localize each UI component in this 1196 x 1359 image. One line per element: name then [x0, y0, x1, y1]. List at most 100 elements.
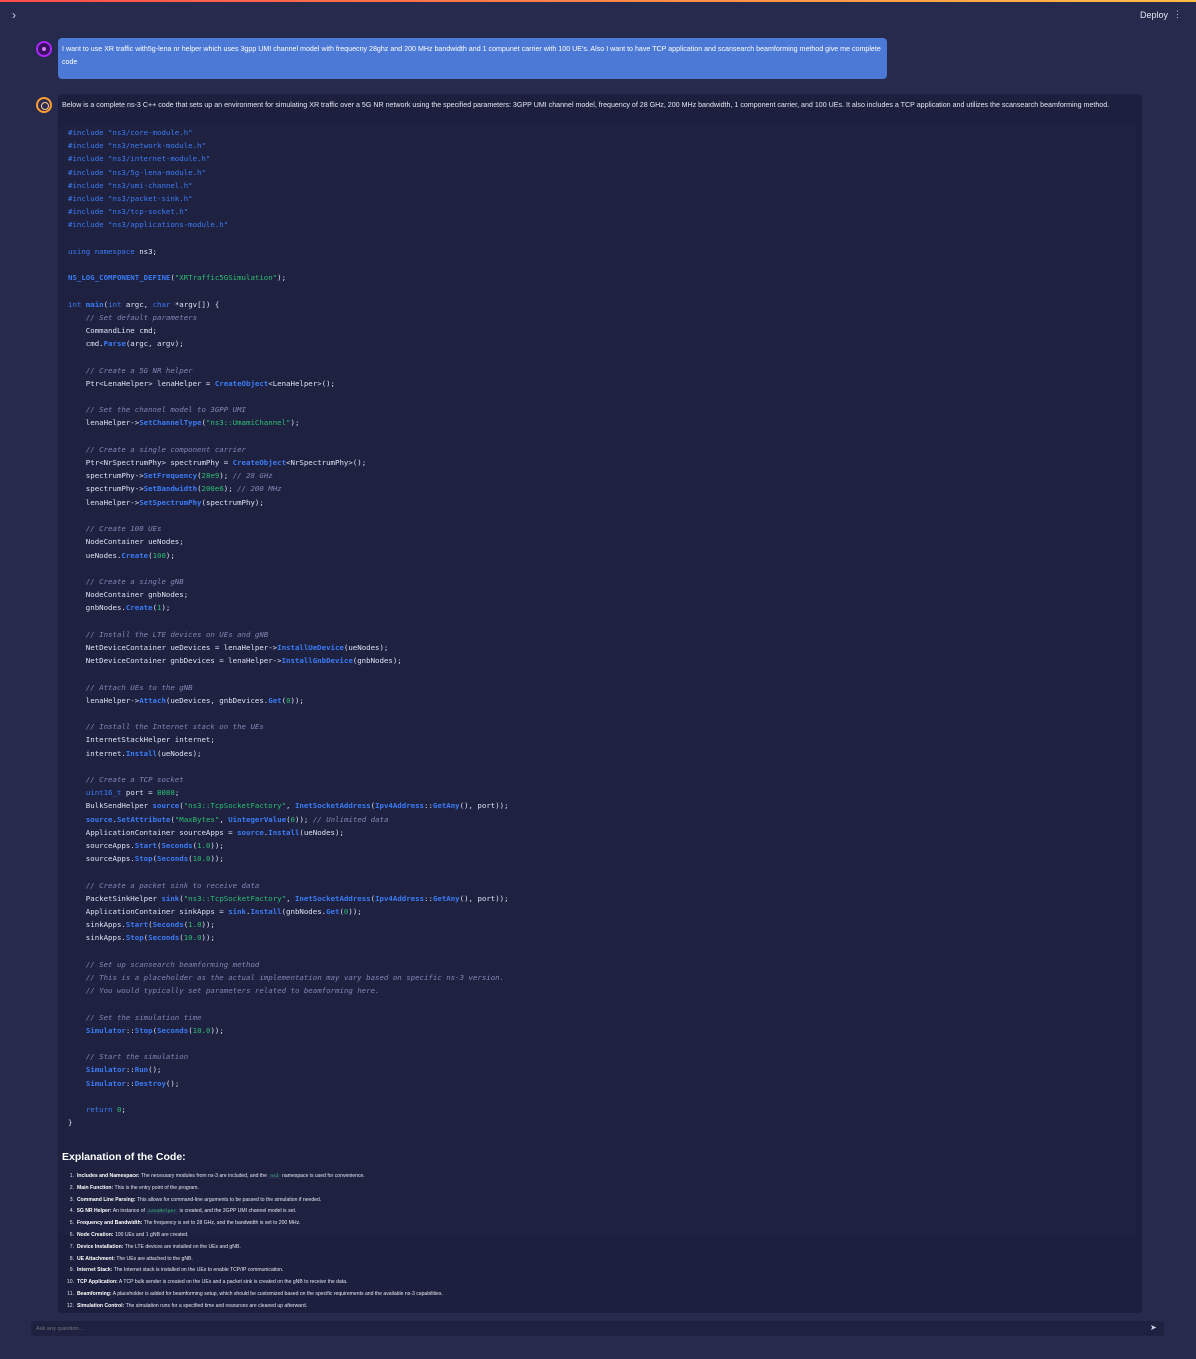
explanation-item-number: 1. — [69, 1173, 74, 1179]
code-line: sinkApps.Stop(Seconds(10.0)); — [68, 933, 215, 943]
explanation-item-title: TCP Application: — [77, 1279, 118, 1286]
explanation-item: 12. Simulation Control: The simulation ru… — [62, 1301, 443, 1313]
code-line: Ptr<NrSpectrumPhy> spectrumPhy = CreateO… — [68, 458, 367, 468]
explanation-item-title: Node Creation: — [77, 1231, 114, 1238]
code-line: // Install the Internet stack on the UEs — [85, 722, 264, 732]
code-line: ueNodes.Create(100); — [68, 550, 175, 560]
inline-code: ns3 — [268, 1174, 281, 1179]
code-block[interactable]: #include "ns3/core-module.h" #include "n… — [58, 126, 1136, 1234]
code-line: #include "ns3/applications-module.h" — [68, 220, 229, 230]
explanation-item-number: 5. — [69, 1220, 74, 1227]
code-line: Simulator::Destroy(); — [85, 1078, 180, 1088]
explanation-item: 3. Command Line Parsing: This allows for … — [62, 1195, 443, 1207]
explanation-item: 11. Beamforming: A placeholder is added f… — [62, 1289, 443, 1301]
explanation-item-number: 3. — [69, 1196, 74, 1203]
main-menu-icon[interactable]: ⋮ — [1173, 9, 1182, 20]
code-line: lenaHelper->Attach(ueDevices, gnbDevices… — [68, 695, 304, 705]
explanation-item-number: 10. — [66, 1279, 74, 1286]
code-line: #include "ns3/5g-lena-module.h" — [68, 167, 206, 177]
code-line: #include "ns3/packet-sink.h" — [68, 194, 193, 204]
code-line: gnbNodes.Create(1); — [68, 603, 171, 613]
explanation-item-title: Frequency and Bandwidth: — [77, 1220, 143, 1227]
code-line: // You would typically set parameters re… — [85, 986, 380, 996]
code-line: #include "ns3/internet-module.h" — [68, 154, 211, 164]
explanation-item-number: 6. — [69, 1231, 74, 1238]
explanation-item-title: Simulation Control: — [77, 1302, 125, 1309]
explanation-list: 1. Includes and Namespace: The necessary … — [62, 1171, 443, 1313]
code-line: source.SetAttribute("MaxBytes", Uinteger… — [85, 814, 389, 824]
explanation-item: 1. Includes and Namespace: The necessary … — [62, 1171, 443, 1183]
user-avatar-icon — [36, 41, 52, 57]
code-line: sourceApps.Start(Seconds(1.0)); — [68, 840, 224, 850]
code-line: int main(int argc, char *argv[]) { — [68, 299, 220, 309]
code-line: // Set default parameters — [85, 312, 198, 322]
code-line: using namespace ns3; — [68, 246, 157, 256]
explanation-item-text: The frequency is set to 28 GHz, and the … — [143, 1220, 301, 1227]
code-line: #include "ns3/core-module.h" — [68, 128, 193, 137]
code-line: // Start the simulation — [85, 1052, 189, 1062]
explanation-item: 4. 5G NR Helper: An instance of LenaHelpe… — [62, 1206, 443, 1218]
code-line: sourceApps.Stop(Seconds(10.0)); — [68, 854, 224, 864]
sidebar-toggle-chevron-icon[interactable]: › — [12, 8, 16, 22]
explanation-item-number: 2. — [69, 1184, 74, 1191]
explanation-item: 8. UE Attachment: The UEs are attached to… — [62, 1254, 443, 1266]
explanation-item-number: 8. — [69, 1255, 74, 1262]
code-line: spectrumPhy->SetFrequency(28e9); // 28 G… — [68, 471, 273, 481]
code-line: // Set up scansearch beamforming method — [85, 959, 260, 969]
code-line: ApplicationContainer sinkApps = sink.Ins… — [68, 906, 362, 916]
code-line: // Create a single gNB — [85, 576, 184, 586]
explanation-heading: Explanation of the Code: — [62, 1151, 186, 1163]
explanation-item-title: Command Line Parsing: — [77, 1196, 136, 1203]
code-line: uint16_t port = 8080; — [85, 788, 180, 798]
explanation-item-number: 9. — [69, 1267, 74, 1274]
explanation-item-number: 4. — [69, 1208, 74, 1215]
code-line: } — [68, 1118, 73, 1128]
code-line: NS_LOG_COMPONENT_DEFINE("XRTraffic5GSimu… — [68, 273, 287, 283]
code-line: #include "ns3/network-module.h" — [68, 141, 206, 151]
code-line: CommandLine cmd; — [68, 326, 157, 336]
explanation-item-text: The simulation runs for a specified time… — [125, 1302, 308, 1309]
code-line: spectrumPhy->SetBandwidth(200e6); // 200… — [68, 484, 282, 494]
explanation-item: 10. TCP Application: A TCP bulk sender is… — [62, 1277, 443, 1289]
explanation-item-text: 100 UEs and 1 gNB are created. — [114, 1231, 189, 1238]
code-line: // Create 100 UEs — [85, 524, 162, 534]
explanation-item-text: The UEs are attached to the gNB. — [116, 1255, 193, 1262]
chat-input[interactable] — [31, 1321, 1164, 1336]
code-line: // Create a single component carrier — [85, 444, 246, 454]
top-decoration-bar — [0, 0, 1196, 2]
code-line: // Set the simulation time — [85, 1012, 202, 1022]
code-line: NodeContainer ueNodes; — [68, 537, 184, 547]
inline-code: LenaHelper — [146, 1209, 179, 1215]
explanation-item-text: This is the entry point of the program. — [114, 1184, 199, 1191]
explanation-item-text: The necessary modules from ns-3 are incl… — [140, 1173, 267, 1179]
code-line: lenaHelper->SetChannelType("ns3::UmamiCh… — [68, 418, 300, 428]
explanation-item-title: Device Installation: — [77, 1243, 124, 1250]
explanation-item: 7. Device Installation: The LTE devices a… — [62, 1242, 443, 1254]
code-line: // Attach UEs to the gNB — [85, 682, 193, 692]
code-line: PacketSinkHelper sink("ns3::TcpSocketFac… — [68, 893, 509, 903]
explanation-item-text: namespace is used for convenience. — [282, 1173, 365, 1179]
explanation-item-title: Main Function: — [77, 1184, 114, 1191]
code-line: sinkApps.Start(Seconds(1.0)); — [68, 920, 215, 930]
explanation-item-title: Includes and Namespace: — [77, 1173, 140, 1179]
explanation-item-title: Beamforming: — [77, 1290, 112, 1297]
code-line: BulkSendHelper source("ns3::TcpSocketFac… — [68, 801, 509, 811]
code-line: #include "ns3/umi-channel.h" — [68, 180, 193, 190]
code-line: // Install the LTE devices on UEs and gN… — [85, 629, 269, 639]
send-icon[interactable]: ➤ — [1150, 1323, 1157, 1332]
code-line: internet.Install(ueNodes); — [68, 748, 202, 758]
code-line: ApplicationContainer sourceApps = source… — [68, 827, 344, 837]
code-line: // This is a placeholder as the actual i… — [85, 973, 505, 982]
explanation-item-text: is created, and the 3GPP UMI channel mod… — [179, 1208, 297, 1215]
assistant-avatar-icon — [36, 97, 52, 113]
code-line: NodeContainer gnbNodes; — [68, 590, 189, 600]
deploy-button[interactable]: Deploy — [1140, 10, 1168, 20]
explanation-item: 9. Internet Stack: The Internet stack is … — [62, 1265, 443, 1277]
code-content: #include "ns3/core-module.h" #include "n… — [68, 126, 509, 1129]
code-line: // Create a packet sink to receive data — [85, 880, 260, 890]
code-line: Ptr<LenaHelper> lenaHelper = CreateObjec… — [68, 378, 335, 388]
explanation-item: 5. Frequency and Bandwidth: The frequency… — [62, 1218, 443, 1230]
code-line: return 0; — [85, 1105, 126, 1115]
code-line: // Create a 5G NR helper — [85, 365, 193, 375]
code-line: InternetStackHelper internet; — [68, 735, 215, 745]
